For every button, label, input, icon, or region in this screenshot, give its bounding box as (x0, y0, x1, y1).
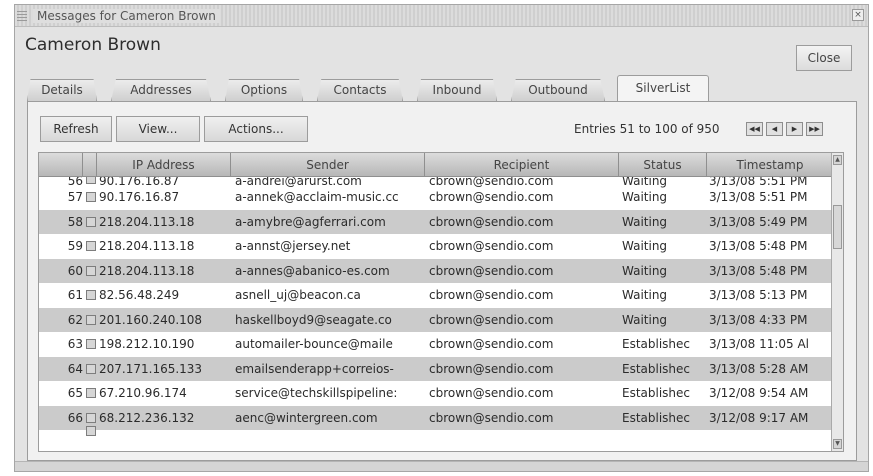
table-row[interactable]: 56 90.176.16.87 a-andrei@arurst.com cbro… (39, 177, 831, 188)
table-row[interactable]: 64 207.171.165.133 emailsenderapp+correi… (39, 356, 831, 381)
next-page-icon[interactable]: ▶ (786, 122, 803, 136)
row-checkbox[interactable] (86, 177, 96, 184)
tab-bar: Details Addresses Options Contacts Inbou… (27, 75, 856, 102)
scroll-up-icon[interactable]: ▲ (833, 155, 842, 165)
row-checkbox[interactable] (86, 412, 96, 423)
tab-details[interactable]: Details (27, 79, 97, 101)
close-button[interactable]: Close (796, 45, 852, 71)
table-header: IP Address Sender Recipient Status Times… (39, 153, 831, 177)
messages-table: IP Address Sender Recipient Status Times… (38, 152, 844, 452)
table-row[interactable]: 59 218.204.113.18 a-annst@jersey.net cbr… (39, 234, 831, 259)
tab-options[interactable]: Options (225, 79, 303, 101)
vertical-scrollbar[interactable]: ▲ ▼ (831, 153, 843, 451)
table-row[interactable]: 61 82.56.48.249 asnell_uj@beacon.ca cbro… (39, 283, 831, 308)
table-row[interactable]: 58 218.204.113.18 a-amybre@agferrari.com… (39, 209, 831, 234)
window-close-icon[interactable]: × (852, 9, 864, 21)
row-checkbox[interactable] (86, 314, 96, 325)
row-checkbox[interactable] (86, 241, 96, 251)
grip-icon[interactable] (17, 9, 27, 21)
row-checkbox[interactable] (86, 339, 96, 349)
tab-outbound[interactable]: Outbound (511, 79, 605, 101)
table-row[interactable]: 60 218.204.113.18 a-annes@abanico-es.com… (39, 258, 831, 283)
row-checkbox[interactable] (86, 426, 96, 436)
view-button[interactable]: View... (116, 116, 200, 142)
table-row[interactable]: 66 68.212.236.132 aenc@wintergreen.com c… (39, 405, 831, 430)
table-body: 56 90.176.16.87 a-andrei@arurst.com cbro… (39, 177, 831, 451)
table-row[interactable]: 63 198.212.10.190 automailer-bounce@mail… (39, 332, 831, 357)
row-checkbox[interactable] (86, 290, 96, 300)
first-page-icon[interactable]: ◀◀ (746, 122, 763, 136)
tab-silverlist[interactable]: SilverList (617, 75, 709, 102)
messages-window: Messages for Cameron Brown × Cameron Bro… (14, 4, 869, 472)
row-checkbox[interactable] (86, 388, 96, 398)
scroll-down-icon[interactable]: ▼ (833, 439, 842, 449)
contact-name: Cameron Brown (25, 35, 161, 55)
tab-contacts[interactable]: Contacts (317, 79, 403, 101)
title-bar[interactable]: Messages for Cameron Brown × (15, 5, 868, 27)
header-ip-address[interactable]: IP Address (97, 153, 231, 177)
header-status[interactable]: Status (619, 153, 707, 177)
window-bottom-bar (15, 461, 868, 471)
header-timestamp[interactable]: Timestamp (707, 153, 833, 177)
header-sender[interactable]: Sender (231, 153, 425, 177)
tab-inbound[interactable]: Inbound (417, 79, 497, 101)
header-number[interactable] (39, 153, 83, 177)
silverlist-panel: Refresh View... Actions... Entries 51 to… (27, 101, 857, 461)
table-row[interactable]: 57 90.176.16.87 a-annek@acclaim-music.cc… (39, 185, 831, 210)
table-row[interactable]: 65 67.210.96.174 service@techskillspipel… (39, 381, 831, 406)
tab-addresses[interactable]: Addresses (111, 79, 211, 101)
last-page-icon[interactable]: ▶▶ (806, 122, 823, 136)
prev-page-icon[interactable]: ◀ (766, 122, 783, 136)
scroll-thumb[interactable] (833, 205, 842, 249)
row-checkbox[interactable] (86, 363, 96, 374)
entries-count: Entries 51 to 100 of 950 (574, 122, 720, 136)
table-row[interactable]: 62 201.160.240.108 haskellboyd9@seagate.… (39, 307, 831, 332)
header-checkbox[interactable] (83, 153, 97, 177)
actions-button[interactable]: Actions... (204, 116, 308, 142)
header-recipient[interactable]: Recipient (425, 153, 619, 177)
window-title: Messages for Cameron Brown (33, 9, 220, 23)
refresh-button[interactable]: Refresh (40, 116, 112, 142)
row-checkbox[interactable] (86, 192, 96, 202)
table-row[interactable] (39, 426, 831, 442)
row-checkbox[interactable] (86, 216, 96, 227)
row-checkbox[interactable] (86, 265, 96, 276)
